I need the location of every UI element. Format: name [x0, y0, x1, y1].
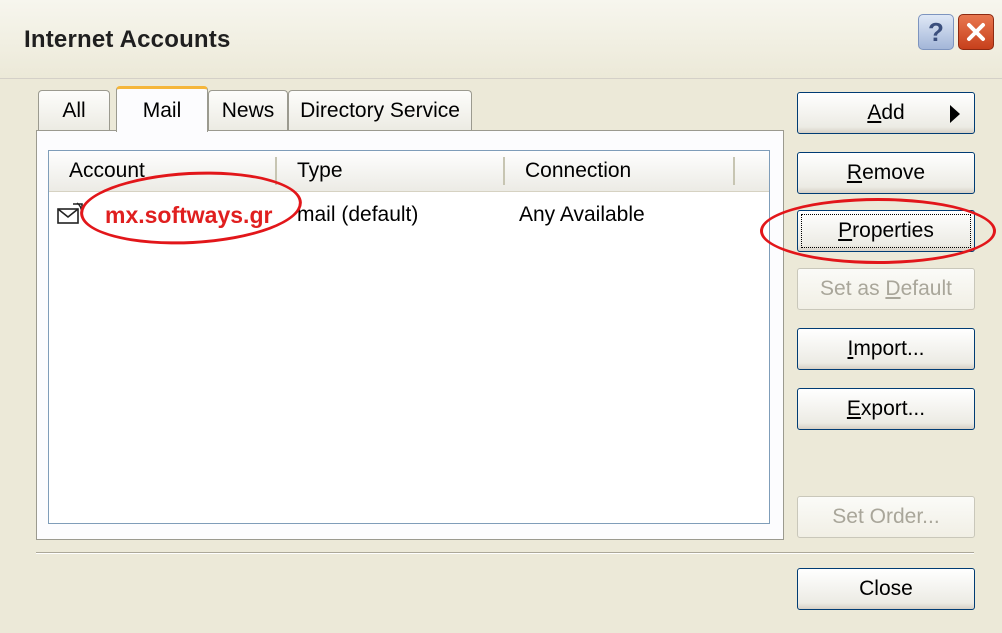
list-item[interactable]: mx.softways.gr mail (default) Any Availa…	[49, 195, 769, 235]
column-header-account-label: Account	[69, 159, 145, 182]
tab-directory-service-label: Directory Service	[300, 98, 460, 122]
set-order-button-label: Set Order...	[832, 505, 940, 528]
column-header-connection[interactable]: Connection	[525, 151, 725, 191]
import-button-label: Import...	[847, 337, 925, 360]
column-header-connection-label: Connection	[525, 159, 632, 182]
export-button-label: Export...	[846, 397, 926, 420]
tab-news[interactable]: News	[208, 90, 288, 130]
tab-directory-service[interactable]: Directory Service	[288, 90, 472, 130]
remove-button-label: Remove	[846, 161, 926, 184]
account-type-cell: mail (default)	[297, 195, 497, 235]
close-button-label: Close	[859, 577, 913, 600]
properties-button[interactable]: Properties	[797, 210, 975, 252]
close-window-button[interactable]	[958, 14, 994, 50]
remove-button[interactable]: Remove	[797, 152, 975, 194]
accounts-list[interactable]: Account Type Connection mx.softways.gr m…	[48, 150, 770, 524]
column-divider[interactable]	[733, 157, 735, 185]
tab-mail[interactable]: Mail	[116, 86, 208, 132]
import-button[interactable]: Import...	[797, 328, 975, 370]
submenu-arrow-icon	[950, 105, 960, 123]
divider	[36, 552, 974, 554]
help-button[interactable]: ?	[918, 14, 954, 50]
dialog-title: Internet Accounts	[24, 26, 231, 53]
close-icon	[967, 23, 985, 41]
column-header-account[interactable]: Account	[69, 151, 269, 191]
tab-all[interactable]: All	[38, 90, 110, 130]
account-type: mail (default)	[297, 203, 419, 226]
account-name-cell: mx.softways.gr	[105, 195, 295, 235]
help-icon: ?	[928, 16, 944, 47]
add-button[interactable]: Add	[797, 92, 975, 134]
set-order-button[interactable]: Set Order...	[797, 496, 975, 538]
tab-all-label: All	[62, 98, 86, 122]
column-divider[interactable]	[275, 157, 277, 185]
internet-accounts-dialog: Internet Accounts ? All Mail News Direct…	[0, 0, 1002, 633]
column-header-type[interactable]: Type	[297, 151, 497, 191]
tab-mail-label: Mail	[142, 98, 182, 122]
account-connection: Any Available	[519, 203, 645, 226]
add-button-label: Add	[867, 101, 905, 124]
title-bar[interactable]: Internet Accounts ?	[0, 0, 1002, 79]
account-connection-cell: Any Available	[519, 195, 729, 235]
tab-news-label: News	[221, 98, 275, 122]
account-name: mx.softways.gr	[105, 201, 273, 228]
set-as-default-button[interactable]: Set as Default	[797, 268, 975, 310]
column-header-type-label: Type	[297, 159, 343, 182]
close-button[interactable]: Close	[797, 568, 975, 610]
column-divider[interactable]	[503, 157, 505, 185]
list-header: Account Type Connection	[49, 151, 769, 192]
set-as-default-button-label: Set as Default	[820, 277, 952, 300]
properties-button-label: Properties	[838, 219, 934, 242]
mail-account-icon	[55, 195, 95, 235]
export-button[interactable]: Export...	[797, 388, 975, 430]
